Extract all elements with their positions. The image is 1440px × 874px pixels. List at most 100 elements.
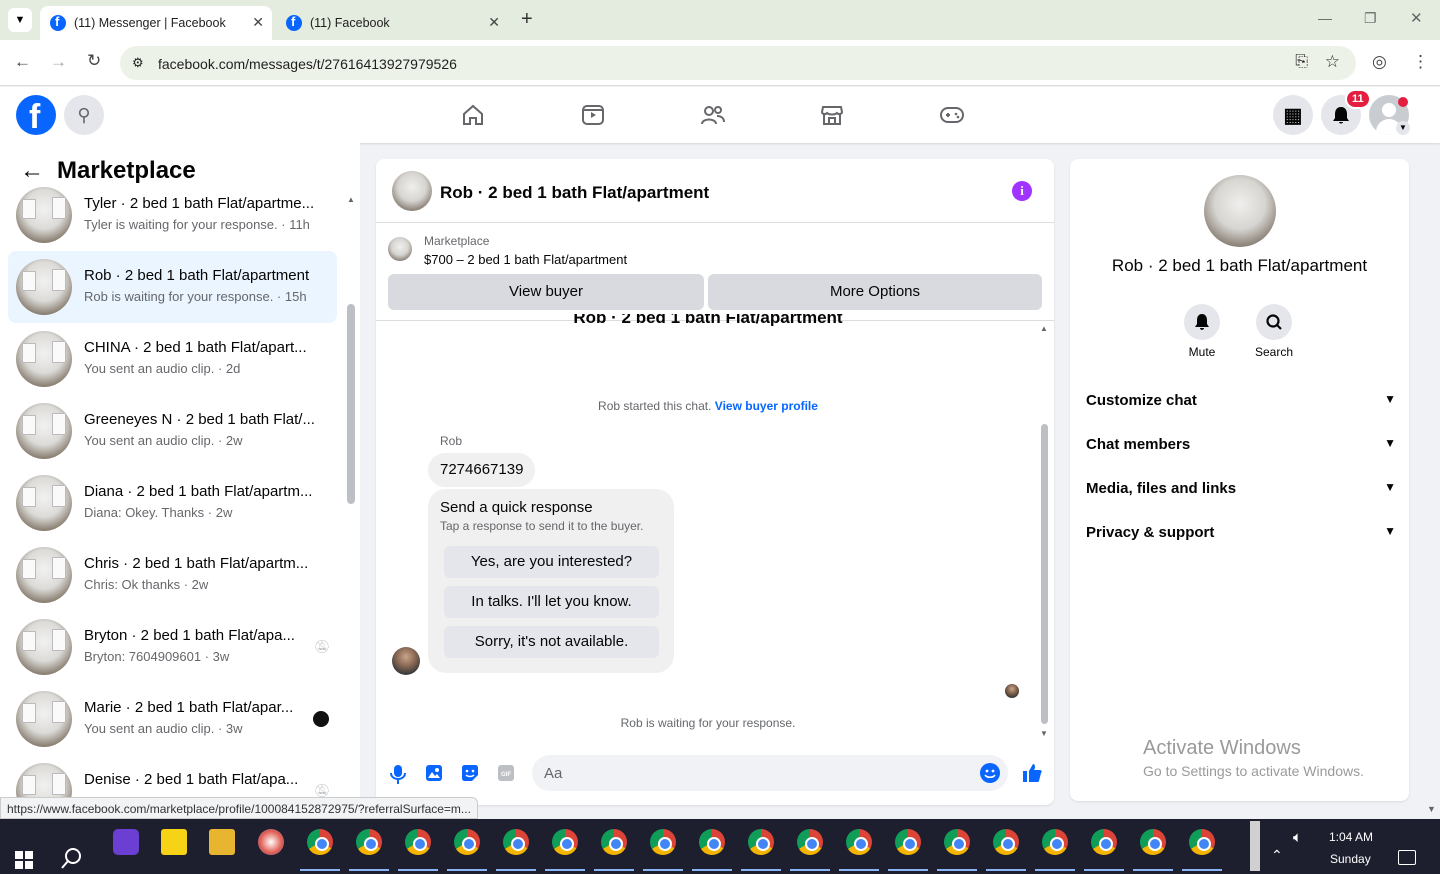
view-buyer-button[interactable]: View buyer — [388, 274, 704, 310]
conversation-item[interactable]: CHINA · 2 bed 1 bath Flat/apart... You se… — [8, 323, 337, 395]
quick-response-yes[interactable]: Yes, are you interested? — [444, 546, 659, 578]
listing-thumbnail — [16, 475, 72, 531]
friends-icon[interactable] — [699, 101, 727, 129]
search-icon[interactable]: ⚲ — [64, 95, 104, 135]
more-options-button[interactable]: More Options — [708, 274, 1042, 310]
chrome-taskbar-icon[interactable] — [307, 829, 333, 855]
chrome-taskbar-icon[interactable] — [1042, 829, 1068, 855]
browser-menu-icon[interactable]: ⋮ — [1412, 52, 1429, 72]
conversation-item[interactable]: Diana · 2 bed 1 bath Flat/apartm... Diana… — [8, 467, 337, 539]
message-input[interactable]: Aa — [532, 755, 1008, 791]
privacy-support-section[interactable]: Privacy & support ▼ — [1086, 524, 1396, 541]
forward-icon[interactable]: → — [50, 52, 67, 72]
minimize-window-icon[interactable]: — — [1318, 10, 1332, 26]
back-icon[interactable]: ← — [14, 52, 31, 72]
conversation-item[interactable]: Bryton · 2 bed 1 bath Flat/apa... Bryton:… — [8, 611, 337, 683]
info-icon[interactable]: i — [1012, 181, 1032, 201]
chrome-taskbar-icon[interactable] — [1091, 829, 1117, 855]
chat-members-section[interactable]: Chat members ▼ — [1086, 436, 1396, 453]
chrome-taskbar-icon[interactable] — [1140, 829, 1166, 855]
sticky-notes-icon[interactable] — [161, 829, 187, 855]
customize-chat-section[interactable]: Customize chat ▼ — [1086, 392, 1396, 409]
chat-scroll-down-arrow[interactable]: ▼ — [1040, 729, 1048, 738]
volume-icon[interactable]: 🔈︎ — [1293, 829, 1302, 846]
sender-avatar[interactable] — [392, 647, 420, 675]
chrome-taskbar-icon[interactable] — [797, 829, 823, 855]
page-scroll-down-arrow[interactable]: ▼ — [1427, 804, 1436, 814]
home-icon[interactable] — [459, 101, 487, 129]
file-explorer-icon[interactable] — [209, 829, 235, 855]
listing-thumbnail[interactable] — [388, 237, 412, 261]
tab-search-button[interactable]: ▼ — [8, 8, 32, 32]
sticker-icon[interactable] — [461, 764, 481, 784]
close-tab-icon[interactable]: ✕ — [488, 14, 500, 31]
gif-icon[interactable]: GIF — [497, 764, 517, 784]
chrome-taskbar-icon[interactable] — [601, 829, 627, 855]
mute-button[interactable] — [1184, 304, 1220, 340]
chrome-taskbar-icon[interactable] — [503, 829, 529, 855]
chat-title[interactable]: Rob · 2 bed 1 bath Flat/apartment — [440, 183, 709, 203]
tab-facebook[interactable]: (11) Facebook ✕ — [276, 6, 508, 40]
app-icon-purple[interactable] — [113, 829, 139, 855]
chat-avatar[interactable] — [392, 171, 432, 211]
url-input[interactable]: ⚙ facebook.com/messages/t/27616413927979… — [120, 46, 1356, 80]
tab-messenger[interactable]: (11) Messenger | Facebook ✕ — [40, 6, 272, 40]
profile-icon[interactable]: ◎ — [1372, 52, 1387, 72]
bookmark-star-icon[interactable]: ☆ — [1325, 52, 1340, 72]
chrome-taskbar-icon[interactable] — [405, 829, 431, 855]
chrome-taskbar-icon[interactable] — [993, 829, 1019, 855]
close-window-icon[interactable]: ✕ — [1410, 9, 1423, 27]
install-app-icon[interactable]: ⎘ — [1295, 53, 1308, 71]
conversation-item[interactable]: Marie · 2 bed 1 bath Flat/apar... You sen… — [8, 683, 337, 755]
conversation-item[interactable]: Greeneyes N · 2 bed 1 bath Flat/... You s… — [8, 395, 337, 467]
conversation-item[interactable]: Chris · 2 bed 1 bath Flat/apartm... Chris… — [8, 539, 337, 611]
video-icon[interactable] — [579, 101, 607, 129]
restore-window-icon[interactable]: ❐ — [1364, 10, 1377, 27]
chrome-taskbar-icon[interactable] — [356, 829, 382, 855]
new-tab-button[interactable]: + — [521, 8, 533, 31]
app-icon-paint[interactable] — [258, 829, 284, 855]
quick-response-not-available[interactable]: Sorry, it's not available. — [444, 626, 659, 658]
search-in-chat-button[interactable] — [1256, 304, 1292, 340]
taskbar-search-icon[interactable] — [61, 847, 83, 874]
close-tab-icon[interactable]: ✕ — [252, 14, 264, 31]
media-files-links-section[interactable]: Media, files and links ▼ — [1086, 480, 1396, 497]
chat-scrollbar[interactable] — [1041, 424, 1048, 724]
reload-icon[interactable]: ↻ — [87, 51, 101, 71]
chrome-taskbar-icon[interactable] — [846, 829, 872, 855]
chrome-taskbar-icon[interactable] — [895, 829, 921, 855]
taskbar-scrollbar[interactable] — [1250, 821, 1260, 871]
tray-overflow-chevron-icon[interactable]: ⌃ — [1271, 847, 1283, 864]
marketplace-icon[interactable] — [818, 101, 846, 129]
thumbs-up-icon[interactable] — [1021, 762, 1042, 782]
chrome-taskbar-icon[interactable] — [650, 829, 676, 855]
emoji-icon[interactable] — [980, 763, 1000, 783]
clock-day[interactable]: Sunday — [1330, 852, 1371, 866]
details-avatar[interactable] — [1204, 175, 1276, 247]
photo-icon[interactable] — [425, 764, 445, 784]
microphone-icon[interactable] — [390, 764, 410, 784]
chevron-down-icon: ▼ — [1384, 436, 1396, 450]
conversation-item[interactable]: Rob · 2 bed 1 bath Flat/apartment Rob is … — [8, 251, 337, 323]
conversation-list-scrollbar[interactable] — [347, 304, 355, 504]
chrome-taskbar-icon[interactable] — [748, 829, 774, 855]
gaming-icon[interactable] — [938, 101, 966, 129]
windows-start-icon[interactable] — [15, 851, 33, 869]
clock-time[interactable]: 1:04 AM — [1329, 830, 1373, 844]
chat-scroll-up-arrow[interactable]: ▲ — [1040, 324, 1048, 333]
chrome-taskbar-icon[interactable] — [552, 829, 578, 855]
chrome-taskbar-icon[interactable] — [454, 829, 480, 855]
facebook-logo[interactable]: f — [16, 95, 56, 136]
message-bubble[interactable]: 7274667139 — [428, 453, 536, 487]
menu-grid-icon[interactable]: ▦ — [1273, 95, 1313, 135]
scroll-up-arrow[interactable]: ▲ — [347, 195, 355, 204]
chrome-taskbar-icon[interactable] — [944, 829, 970, 855]
notification-center-icon[interactable] — [1398, 850, 1416, 865]
view-buyer-profile-link[interactable]: View buyer profile — [715, 399, 818, 413]
chrome-taskbar-icon[interactable] — [1189, 829, 1215, 855]
chrome-taskbar-icon[interactable] — [699, 829, 725, 855]
quick-response-in-talks[interactable]: In talks. I'll let you know. — [444, 586, 659, 618]
site-info-icon[interactable]: ⚙ — [132, 55, 144, 71]
account-chevron-down-icon[interactable]: ▼ — [1396, 121, 1410, 135]
conversation-item[interactable]: Tyler · 2 bed 1 bath Flat/apartme... Tyle… — [8, 179, 337, 251]
